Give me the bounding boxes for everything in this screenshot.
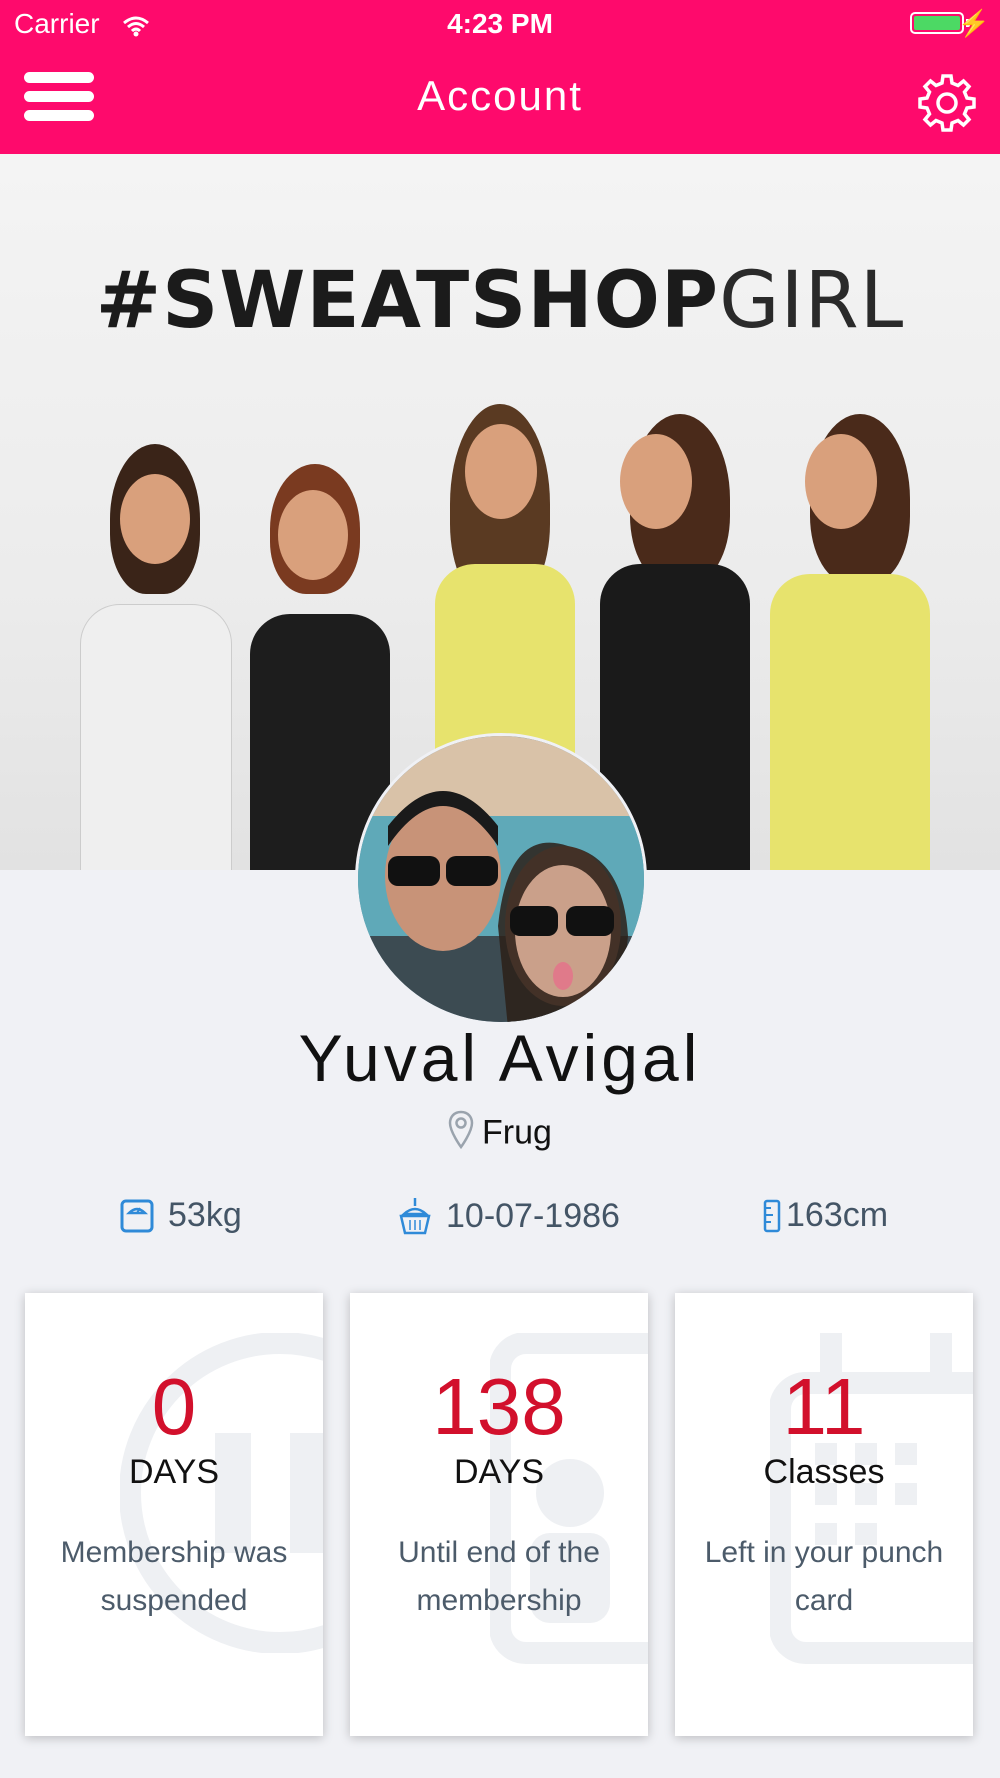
membership-card[interactable]: 138 DAYS Until end of the membership	[350, 1293, 648, 1736]
weight-value: 53kg	[168, 1196, 242, 1234]
punch-classes-unit: Classes	[763, 1453, 885, 1491]
birthday-value: 10-07-1986	[446, 1196, 620, 1235]
weight-stat: 53kg	[120, 1196, 242, 1235]
punch-classes-value: 11	[782, 1362, 866, 1451]
location-pin-icon	[448, 1110, 474, 1159]
suspension-days-value: 0	[151, 1362, 197, 1451]
suspension-description: Membership was suspended	[60, 1536, 288, 1617]
settings-button[interactable]	[916, 72, 978, 134]
nav-bar: Account	[0, 50, 1000, 154]
suspension-days-unit: DAYS	[128, 1453, 220, 1491]
status-bar: Carrier 4:23 PM ⚡	[0, 0, 1000, 50]
height-stat: 163cm	[762, 1196, 888, 1235]
cover-title-light: GIRL	[719, 256, 905, 346]
birthday-stat: 10-07-1986	[398, 1196, 620, 1236]
birthday-cake-icon	[399, 1198, 431, 1235]
membership-days-value: 138	[432, 1362, 566, 1451]
height-value: 163cm	[786, 1196, 889, 1234]
suspension-card[interactable]: 0 DAYS Membership was suspended	[25, 1293, 323, 1736]
ruler-icon	[763, 1199, 781, 1232]
membership-days-unit: DAYS	[453, 1453, 545, 1491]
charging-icon: ⚡	[957, 8, 990, 38]
punch-card-card[interactable]: 11 Classes Left in your punch card	[675, 1293, 973, 1736]
cover-title-bold: #SWEATSHOP	[95, 256, 720, 346]
membership-description: Until end of the membership	[398, 1536, 600, 1617]
clock: 4:23 PM	[447, 8, 553, 39]
cover-title: #SWEATSHOPGIRL	[0, 256, 1000, 346]
cover-figure	[770, 414, 940, 870]
battery-icon	[910, 12, 964, 34]
gear-icon	[918, 74, 976, 132]
scale-icon	[120, 1199, 154, 1232]
user-name: Yuval Avigal	[298, 1021, 702, 1095]
punch-description: Left in your punch card	[704, 1536, 944, 1617]
location-label: Frug	[482, 1113, 552, 1152]
profile-avatar[interactable]	[355, 733, 647, 1025]
cover-figure	[80, 444, 240, 870]
location: Frug	[0, 1110, 1000, 1159]
page-title: Account	[417, 72, 583, 119]
